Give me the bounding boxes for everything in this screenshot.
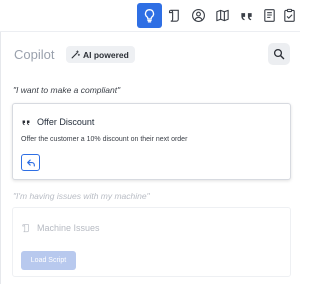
quote-icon: [241, 13, 252, 21]
script-icon: [168, 9, 179, 22]
map-button[interactable]: [210, 3, 235, 28]
badge-label: AI powered: [83, 49, 129, 60]
search-icon: [273, 48, 285, 60]
reply-arrow-icon: [26, 159, 35, 166]
customer-query: "I'm having issues with my machine": [13, 191, 150, 201]
page-title: Copilot: [14, 47, 55, 62]
script-button[interactable]: [162, 3, 187, 28]
card-description: Offer the customer a 10% discount on the…: [21, 136, 188, 143]
use-suggestion-button[interactable]: [21, 154, 40, 171]
quotes-button[interactable]: [234, 3, 259, 28]
checklist-button[interactable]: [279, 3, 300, 28]
map-icon: [216, 9, 229, 22]
left-divider: [0, 32, 1, 284]
customer-query: "I want to make a compliant": [13, 85, 121, 95]
document-icon: [264, 9, 275, 22]
clipboard-check-icon: [284, 8, 295, 22]
top-toolbar: [0, 0, 300, 32]
card-header: Offer Discount: [21, 117, 94, 127]
lightbulb-button[interactable]: [137, 3, 162, 28]
contact-button[interactable]: [186, 3, 211, 28]
search-button[interactable]: [268, 43, 290, 65]
load-script-button[interactable]: Load Script: [21, 251, 76, 270]
quote-icon: [22, 120, 30, 126]
suggestion-card-offer-discount[interactable]: Offer Discount Offer the customer a 10% …: [12, 103, 291, 180]
suggestion-card-machine-issues[interactable]: Machine Issues Load Script: [12, 207, 291, 277]
user-circle-icon: [192, 9, 205, 22]
magic-wand-icon: [71, 50, 80, 59]
lightbulb-icon: [144, 9, 155, 23]
script-icon: [22, 224, 29, 233]
card-title: Machine Issues: [37, 223, 100, 233]
card-title: Offer Discount: [37, 117, 95, 127]
ai-powered-badge: AI powered: [66, 46, 135, 63]
card-header: Machine Issues: [21, 223, 100, 233]
copilot-header: Copilot AI powered: [14, 43, 290, 66]
